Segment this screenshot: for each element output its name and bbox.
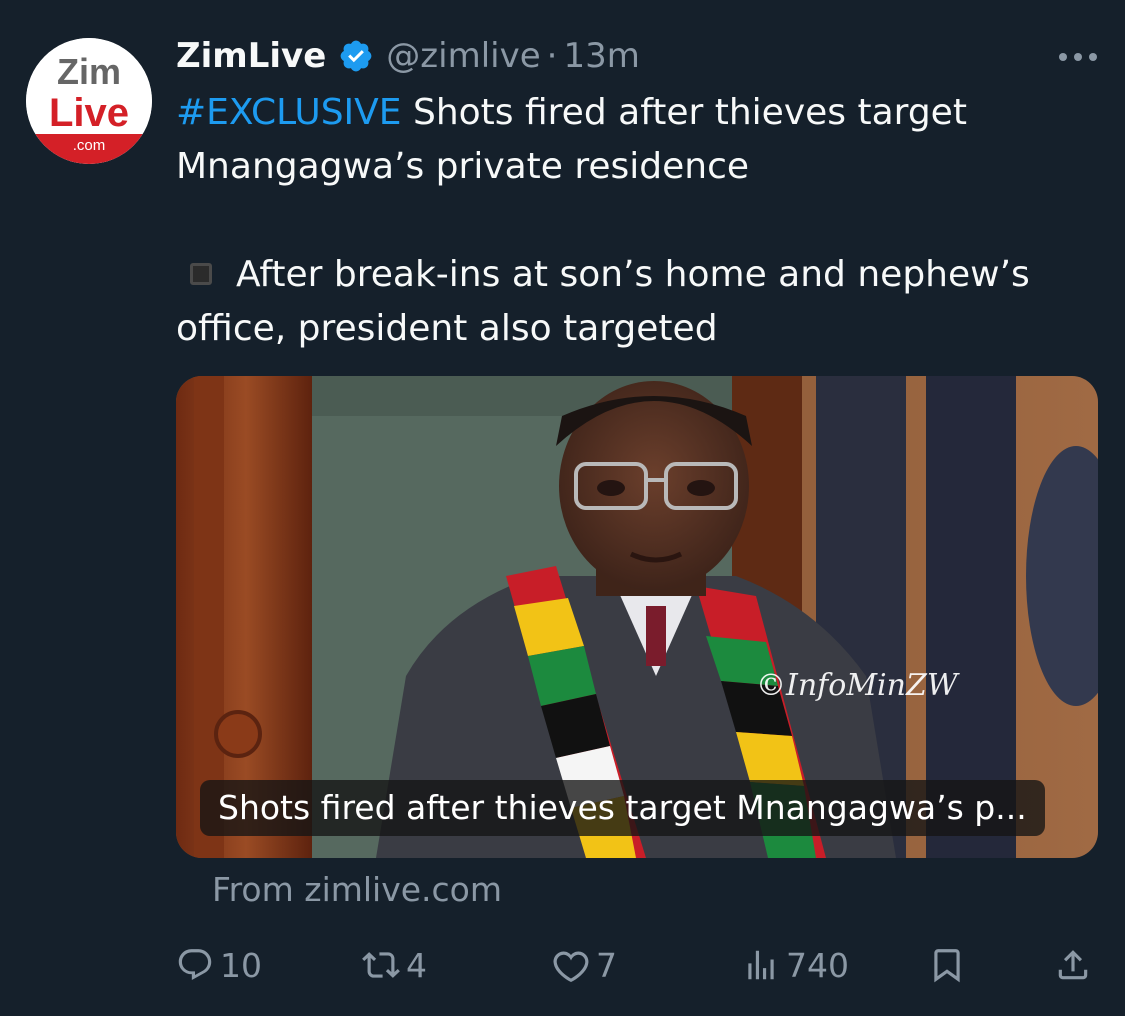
subline-text: After break-ins at son’s home and nephew…	[176, 254, 1030, 349]
timestamp[interactable]: 13m	[563, 36, 639, 76]
handle[interactable]: @zimlive	[386, 36, 540, 76]
separator-dot: ·	[546, 36, 558, 76]
repost-count: 4	[406, 945, 427, 985]
tweet-header: ZimLive @zimlive · 13m	[176, 30, 640, 82]
reply-count: 10	[220, 945, 262, 985]
like-button[interactable]: 7	[552, 938, 617, 992]
hashtag-link[interactable]: #EXCLUSIVE	[176, 92, 402, 133]
share-icon	[1054, 946, 1092, 984]
views-button[interactable]: 740	[742, 938, 849, 992]
card-source-link[interactable]: From zimlive.com	[212, 870, 502, 909]
views-icon	[742, 946, 780, 984]
tweet-headline: #EXCLUSIVE Shots fired after thieves tar…	[176, 86, 1106, 194]
reply-button[interactable]: 10	[176, 938, 262, 992]
repost-button[interactable]: 4	[362, 938, 427, 992]
like-count: 7	[596, 945, 617, 985]
avatar[interactable]: Zim Live .com	[26, 38, 152, 164]
bookmark-icon	[928, 946, 966, 984]
bookmark-button[interactable]	[928, 938, 966, 992]
avatar-text-live: Live	[49, 91, 129, 135]
image-watermark: ©InfoMinZW	[756, 668, 958, 703]
avatar-text-com: .com	[73, 137, 106, 154]
black-square-icon	[190, 263, 212, 285]
verified-badge-icon[interactable]	[338, 38, 374, 74]
avatar-text-zim: Zim	[57, 51, 121, 92]
like-icon	[552, 946, 590, 984]
reply-icon	[176, 946, 214, 984]
tweet-text: #EXCLUSIVE Shots fired after thieves tar…	[176, 86, 1106, 356]
display-name[interactable]: ZimLive	[176, 36, 326, 76]
more-options-icon[interactable]	[1053, 40, 1103, 74]
repost-icon	[362, 946, 400, 984]
tweet-subline: After break-ins at son’s home and nephew…	[176, 248, 1106, 356]
link-card[interactable]: ©InfoMinZW Shots fired after thieves tar…	[176, 376, 1098, 858]
card-caption[interactable]: Shots fired after thieves target Mnangag…	[200, 780, 1045, 836]
action-bar: 10 4 7 740	[176, 938, 1096, 992]
share-button[interactable]	[1054, 938, 1092, 992]
view-count: 740	[786, 945, 849, 985]
